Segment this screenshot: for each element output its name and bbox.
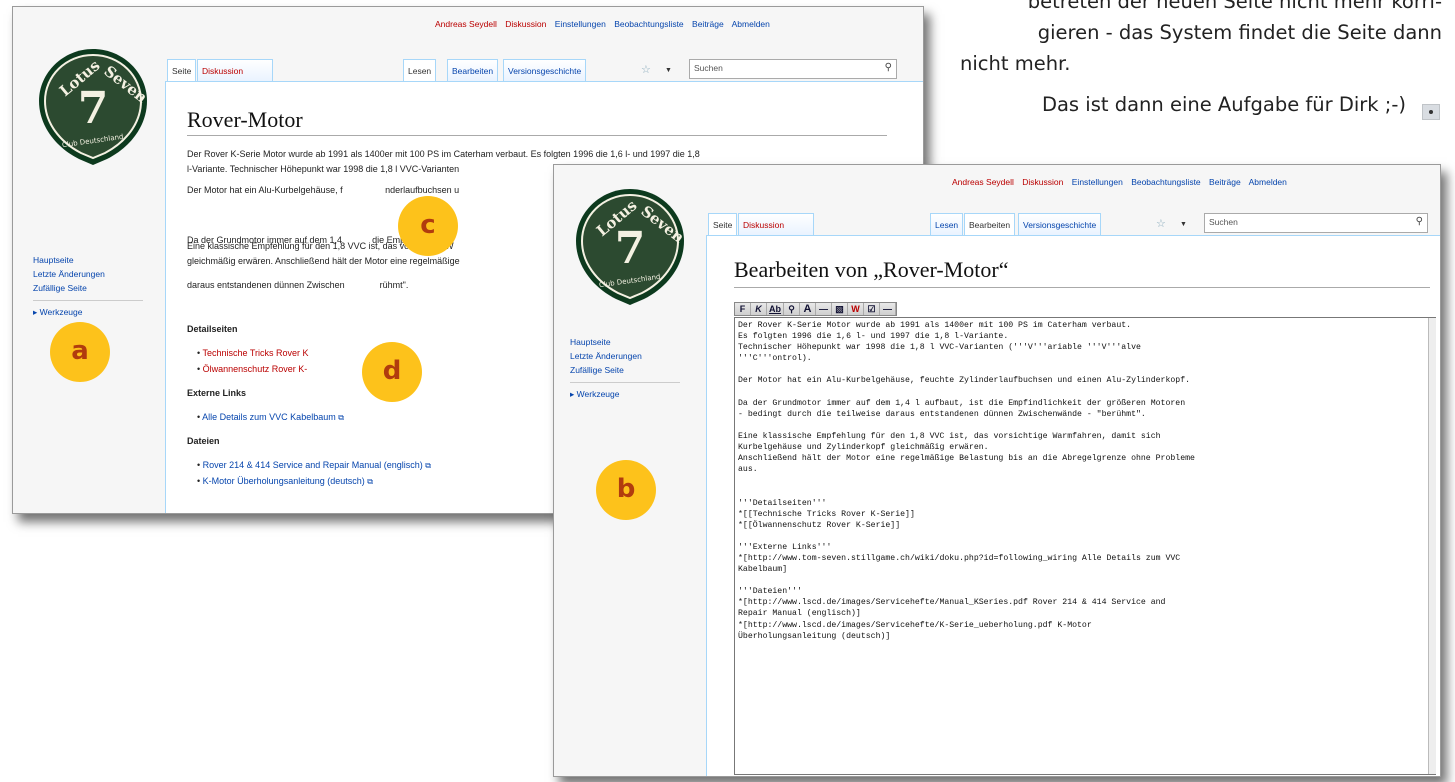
link-button[interactable]: Ab <box>767 303 784 315</box>
user-link-2[interactable]: Andreas Seydell <box>952 177 1014 187</box>
link-manual-de[interactable]: K-Motor Überholungsanleitung (deutsch) ⧉ <box>197 476 373 487</box>
sidebar-nav-2: Hauptseite Letzte Änderungen Zufällige S… <box>570 335 680 401</box>
sidebar-divider <box>33 300 143 301</box>
link-tricks[interactable]: Technische Tricks Rover K <box>197 348 309 358</box>
section-heading-files: Dateien <box>187 436 220 446</box>
edit-toolbar: F K Ab ⚲ A — ▧ W ☑ — <box>734 302 897 316</box>
settings-link-2[interactable]: Einstellungen <box>1072 177 1123 187</box>
title-divider <box>187 135 887 136</box>
wiki-window-edit: Lotus Seven 7 Club Deutschland Andreas S… <box>553 164 1441 777</box>
section-heading-detail: Detailseiten <box>187 324 238 334</box>
article-line-2: gieren - das System findet die Seite dan… <box>1037 21 1442 44</box>
file-link-icon-2: ⧉ <box>367 477 373 486</box>
bold-button[interactable]: F <box>735 303 751 315</box>
headline-button[interactable]: A <box>800 303 816 315</box>
tab-read-2[interactable]: Lesen <box>930 213 964 235</box>
sidebar-item-recent[interactable]: Letzte Änderungen <box>33 267 143 281</box>
sidebar-item-main[interactable]: Hauptseite <box>33 253 143 267</box>
bullet-icon <box>1422 104 1440 120</box>
sidebar-item-random[interactable]: Zufällige Seite <box>33 281 143 295</box>
tab-discussion-2[interactable]: Diskussion <box>738 213 814 235</box>
search-placeholder: Suchen <box>694 63 723 73</box>
search-icon[interactable]: ⚲ <box>885 62 892 73</box>
section-heading-external: Externe Links <box>187 388 247 398</box>
link-manual-de-label: K-Motor Überholungsanleitung (deutsch) <box>202 476 365 486</box>
page-title: Rover-Motor <box>187 107 303 132</box>
paragraph-4-line-2: gleichmäßig erwären. Anschließend hält d… <box>187 256 460 266</box>
article-text: betreten der neuen Seite nicht mehr korr… <box>960 0 1442 120</box>
line-button[interactable]: — <box>880 303 896 315</box>
logout-link[interactable]: Abmelden <box>732 19 770 29</box>
contributions-link[interactable]: Beiträge <box>692 19 724 29</box>
paragraph-3-line-2: daraus entstandenen dünnen Zwischen rühm… <box>187 280 409 290</box>
more-dropdown-icon-2[interactable]: ▼ <box>1180 221 1187 228</box>
club-logo-icon-2: Lotus Seven 7 Club Deutschland <box>576 189 688 305</box>
paragraph-2: Der Motor hat ein Alu-Kurbelgehäuse, f n… <box>187 185 460 195</box>
tab-history-2[interactable]: Versionsgeschichte <box>1018 213 1102 235</box>
tab-edit-2[interactable]: Bearbeiten <box>964 213 1016 235</box>
tab-page-2[interactable]: Seite <box>708 213 738 235</box>
search-input[interactable]: Suchen ⚲ <box>689 59 897 79</box>
badge-c: c <box>398 196 458 256</box>
edit-textarea[interactable]: Der Rover K-Serie Motor wurde ab 1991 al… <box>734 317 1436 775</box>
sidebar-nav: Hauptseite Letzte Änderungen Zufällige S… <box>33 253 143 319</box>
logo-2-number: 7 <box>615 223 646 274</box>
tab-history[interactable]: Versionsgeschichte <box>503 59 587 81</box>
italic-button[interactable]: K <box>751 303 767 315</box>
user-discussion-link-2[interactable]: Diskussion <box>1022 177 1063 187</box>
user-link[interactable]: Andreas Seydell <box>435 19 497 29</box>
tab-page[interactable]: Seite <box>167 59 197 81</box>
signature-button[interactable]: ☑ <box>864 303 880 315</box>
search-icon-2[interactable]: ⚲ <box>1416 216 1423 227</box>
article-line-1: betreten der neuen Seite nicht mehr korr… <box>1027 0 1442 13</box>
article-line-3: nicht mehr. <box>960 52 1071 75</box>
tab-discussion[interactable]: Diskussion <box>197 59 273 81</box>
badge-b: b <box>596 460 656 520</box>
article-last-line: Das ist dann eine Aufgabe für Dirk ;-) <box>1041 93 1406 116</box>
watchlist-link[interactable]: Beobachtungsliste <box>614 19 683 29</box>
link-oilpan[interactable]: Ölwannenschutz Rover K- <box>197 364 308 374</box>
personal-tools-2: Andreas Seydell Diskussion Einstellungen… <box>952 177 1293 187</box>
watch-star-icon[interactable]: ☆ <box>641 63 651 76</box>
link-vvc-harness[interactable]: Alle Details zum VVC Kabelbaum ⧉ <box>197 412 344 423</box>
edit-page-title: Bearbeiten von „Rover-Motor“ <box>734 257 1009 282</box>
badge-a: a <box>50 322 110 382</box>
sidebar-divider-2 <box>570 382 680 383</box>
sidebar-item-random-2[interactable]: Zufällige Seite <box>570 363 680 377</box>
logo-number: 7 <box>78 83 109 134</box>
tab-read[interactable]: Lesen <box>403 59 437 81</box>
sidebar-tools-label: Werkzeuge <box>39 307 83 317</box>
ext-link-button[interactable]: ⚲ <box>784 303 800 315</box>
nowiki-button[interactable]: W <box>848 303 864 315</box>
settings-link[interactable]: Einstellungen <box>555 19 606 29</box>
watchlist-link-2[interactable]: Beobachtungsliste <box>1131 177 1200 187</box>
search-placeholder-2: Suchen <box>1209 217 1238 227</box>
personal-tools: Andreas Seydell Diskussion Einstellungen… <box>435 19 776 29</box>
image-button[interactable]: ▧ <box>832 303 848 315</box>
watch-star-icon-2[interactable]: ☆ <box>1156 217 1166 230</box>
edit-title-divider <box>734 287 1430 288</box>
search-input-2[interactable]: Suchen ⚲ <box>1204 213 1428 233</box>
badge-d: d <box>362 342 422 402</box>
sidebar-item-tools[interactable]: ▸ Werkzeuge <box>33 305 143 319</box>
paragraph-1-line-1: Der Rover K-Serie Motor wurde ab 1991 al… <box>187 149 700 159</box>
sidebar-tools-label-2: Werkzeuge <box>576 389 620 399</box>
link-manual-en-label: Rover 214 & 414 Service and Repair Manua… <box>202 460 423 470</box>
contributions-link-2[interactable]: Beiträge <box>1209 177 1241 187</box>
user-discussion-link[interactable]: Diskussion <box>505 19 546 29</box>
club-logo-icon: Lotus Seven 7 Club Deutschland <box>39 49 151 165</box>
editor-scrollbar[interactable] <box>1428 318 1436 774</box>
hr-button[interactable]: — <box>816 303 832 315</box>
sidebar-item-recent-2[interactable]: Letzte Änderungen <box>570 349 680 363</box>
link-manual-en[interactable]: Rover 214 & 414 Service and Repair Manua… <box>197 460 431 471</box>
external-link-icon: ⧉ <box>338 413 344 422</box>
tab-edit[interactable]: Bearbeiten <box>447 59 499 81</box>
link-vvc-harness-label: Alle Details zum VVC Kabelbaum <box>202 412 336 422</box>
more-dropdown-icon[interactable]: ▼ <box>665 67 672 74</box>
sidebar-item-tools-2[interactable]: ▸ Werkzeuge <box>570 387 680 401</box>
logout-link-2[interactable]: Abmelden <box>1249 177 1287 187</box>
sidebar-item-main-2[interactable]: Hauptseite <box>570 335 680 349</box>
file-link-icon: ⧉ <box>425 461 432 470</box>
